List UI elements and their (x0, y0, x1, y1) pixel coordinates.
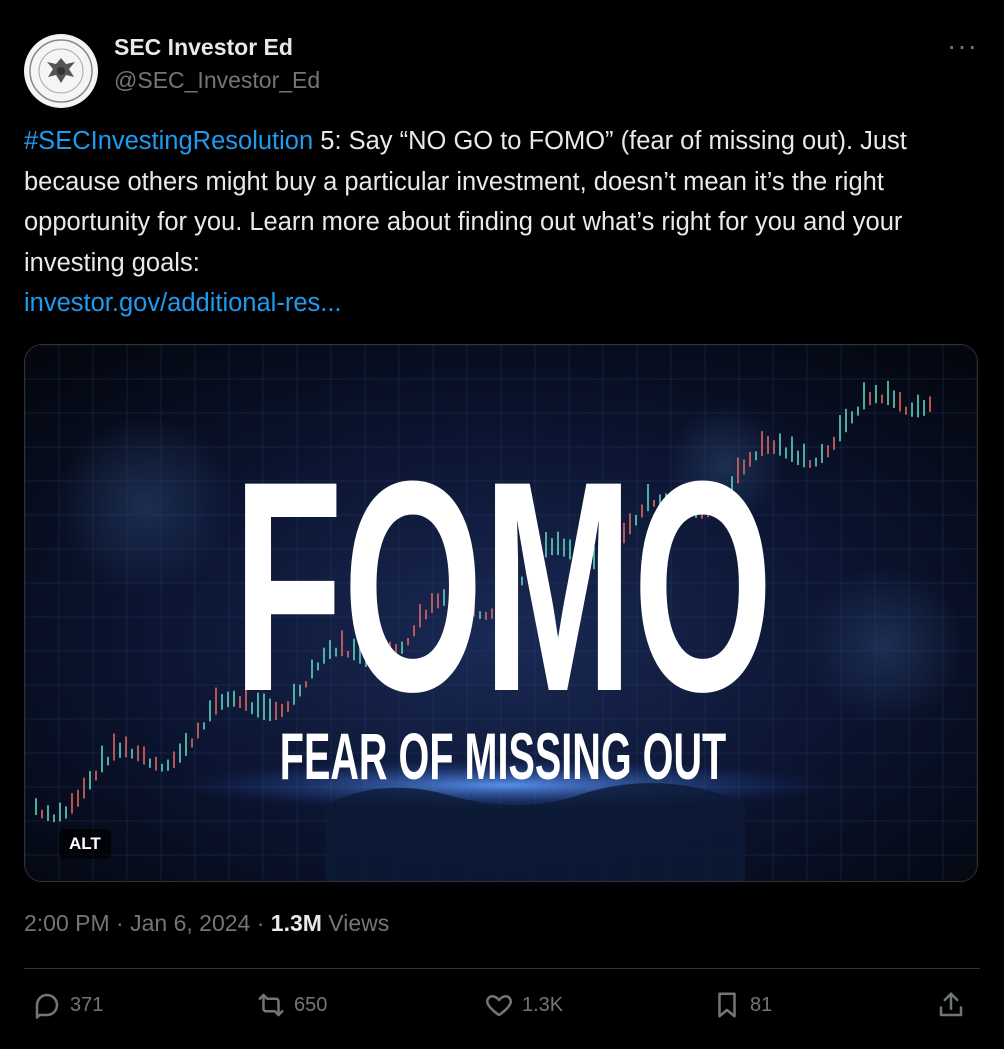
trend-candle (203, 722, 205, 730)
trend-candle (785, 447, 787, 459)
trend-candle (791, 436, 793, 462)
divider (24, 968, 980, 969)
trend-candle (833, 436, 835, 450)
trend-candle (869, 391, 871, 406)
trend-candle (863, 382, 865, 410)
trend-candle (119, 742, 121, 758)
fomo-graphic: FOMO FEAR OF MISSING OUT (25, 345, 977, 881)
trend-candle (59, 802, 61, 822)
fomo-headline: FOMO (233, 420, 773, 755)
alt-text-badge[interactable]: ALT (59, 829, 111, 859)
trend-candle (779, 433, 781, 456)
sec-seal-logo (26, 36, 96, 106)
author-name[interactable]: SEC Investor Ed (114, 33, 320, 61)
trend-candle (53, 814, 55, 823)
views-label: Views (321, 910, 390, 936)
tweet-media-image[interactable]: FOMO FEAR OF MISSING OUT ALT (24, 344, 978, 882)
reply-button[interactable]: 371 (32, 990, 103, 1020)
tweet-time[interactable]: 2:00 PM (24, 910, 110, 936)
meta-separator: · (250, 910, 271, 936)
trend-candle (215, 687, 217, 715)
repost-button[interactable]: 650 (256, 990, 327, 1020)
repost-icon (258, 993, 284, 1017)
trend-candle (815, 457, 817, 467)
trend-candle (161, 763, 163, 772)
views-count: 1.3M (270, 910, 322, 936)
trend-candle (113, 733, 115, 761)
trend-candle (809, 460, 811, 468)
trend-candle (77, 789, 79, 807)
action-bar: 371 650 1.3K 81 (24, 990, 980, 1030)
trend-candle (179, 743, 181, 763)
bookmark-button[interactable]: 81 (712, 990, 772, 1020)
trend-candle (917, 394, 919, 418)
trend-candle (173, 751, 175, 768)
trend-candle (137, 745, 139, 762)
trend-candle (191, 738, 193, 748)
trend-candle (923, 399, 925, 416)
trend-candle (221, 694, 223, 710)
trend-candle (887, 380, 889, 406)
reply-count: 371 (70, 993, 104, 1016)
trend-candle (773, 440, 775, 454)
trend-candle (185, 733, 187, 756)
share-icon (939, 992, 963, 1017)
heart-icon (486, 995, 512, 1017)
hashtag-link[interactable]: #SECInvestingResolution (24, 127, 313, 155)
meta-separator: · (109, 910, 131, 936)
trend-candle (881, 394, 883, 404)
trend-candle (155, 756, 157, 771)
trend-candle (911, 402, 913, 417)
avatar[interactable] (24, 34, 98, 108)
trend-candle (47, 805, 49, 821)
trend-candle (197, 722, 199, 739)
trend-candle (125, 736, 127, 758)
trend-candle (95, 770, 97, 781)
trend-candle (143, 746, 145, 765)
trend-candle (83, 777, 85, 799)
trend-candle (929, 396, 931, 413)
trend-candle (797, 450, 799, 466)
investor-gov-link[interactable]: investor.gov/additional-res... (24, 289, 342, 317)
trend-candle (857, 406, 859, 416)
trend-candle (35, 798, 37, 815)
bookmark-count: 81 (750, 993, 773, 1016)
trend-candle (101, 745, 103, 773)
reply-icon (35, 993, 59, 1019)
bookmark-icon (718, 992, 736, 1018)
trend-candle (149, 758, 151, 768)
trend-candle (827, 445, 829, 458)
like-count: 1.3K (522, 993, 564, 1016)
like-button[interactable]: 1.3K (484, 990, 563, 1020)
tweet-date[interactable]: Jan 6, 2024 (130, 910, 250, 936)
more-horizontal-icon[interactable]: ··· (947, 30, 978, 62)
trend-candle (167, 759, 169, 771)
trend-candle (875, 384, 877, 404)
trend-candle (41, 809, 43, 819)
trend-candle (803, 443, 805, 468)
repost-count: 650 (294, 993, 328, 1016)
share-button[interactable] (936, 990, 966, 1020)
author-handle[interactable]: @SEC_Investor_Ed (114, 65, 320, 95)
tweet-meta: 2:00 PM · Jan 6, 2024 · 1.3M Views (24, 906, 389, 940)
trend-candle (845, 408, 847, 433)
trend-candle (227, 691, 229, 708)
trend-candle (839, 415, 841, 442)
tweet-text: #SECInvestingResolution 5: Say “NO GO to… (24, 121, 984, 324)
trend-candle (209, 700, 211, 722)
trend-candle (65, 806, 67, 819)
trend-candle (89, 771, 91, 790)
fomo-subheadline: FEAR OF MISSING OUT (280, 720, 726, 794)
trend-candle (131, 748, 133, 759)
trend-candle (851, 411, 853, 424)
trend-candle (107, 756, 109, 766)
trend-candle (899, 392, 901, 412)
trend-candle (71, 793, 73, 814)
trend-candle (821, 444, 823, 463)
author-block[interactable]: SEC Investor Ed @SEC_Investor_Ed (114, 33, 320, 95)
trend-candle (905, 406, 907, 415)
trend-candle (893, 390, 895, 409)
